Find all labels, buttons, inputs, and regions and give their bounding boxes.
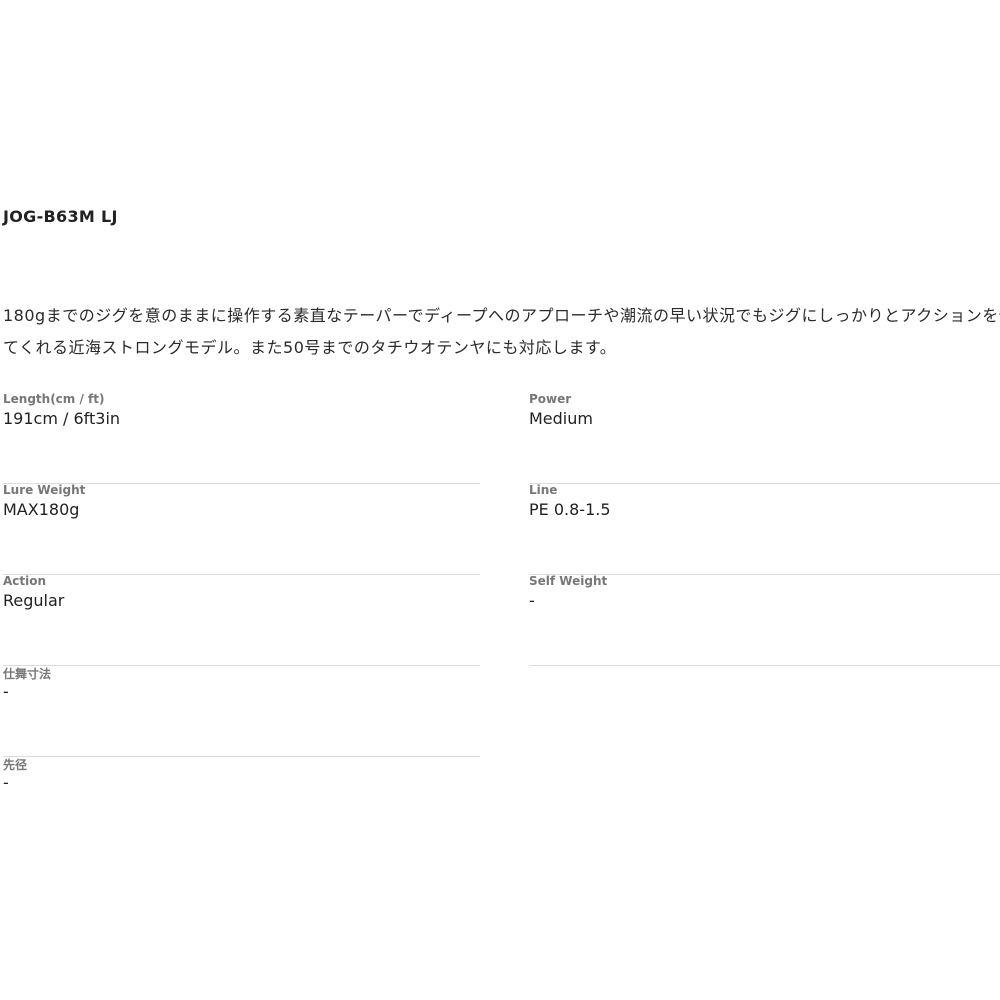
spec-power-label: Power <box>529 392 572 406</box>
spec-self-weight: Self Weight - <box>529 574 1000 666</box>
spec-power-value: Medium <box>529 409 593 428</box>
spec-length-value: 191cm / 6ft3in <box>3 409 121 428</box>
spec-line: Line PE 0.8-1.5 <box>529 483 1000 575</box>
spec-self-weight-value: - <box>529 591 535 610</box>
spec-shimai: 仕舞寸法 - <box>3 665 480 757</box>
spec-power: Power Medium <box>529 392 1000 484</box>
spec-shimai-value: - <box>3 682 9 701</box>
spec-length-label: Length(cm / ft) <box>3 392 105 406</box>
product-title: JOG-B63M LJ <box>3 207 118 226</box>
spec-lure-weight-label: Lure Weight <box>3 483 86 497</box>
spec-length: Length(cm / ft) 191cm / 6ft3in <box>3 392 480 484</box>
spec-lure-weight-value: MAX180g <box>3 500 80 519</box>
spec-sheet: JOG-B63M LJ 180gまでのジグを意のままに操作する素直なテーパーでデ… <box>0 0 1000 1000</box>
spec-line-value: PE 0.8-1.5 <box>529 500 611 519</box>
spec-shimai-label: 仕舞寸法 <box>3 667 52 681</box>
spec-action: Action Regular <box>3 574 480 666</box>
spec-action-value: Regular <box>3 591 65 610</box>
spec-action-label: Action <box>3 574 47 588</box>
spec-tip-diameter-label: 先径 <box>3 758 28 772</box>
spec-tip-diameter: 先径 - <box>3 756 480 847</box>
product-description: 180gまでのジグを意のままに操作する素直なテーパーでディープへのアプローチや潮… <box>3 306 1000 357</box>
spec-lure-weight: Lure Weight MAX180g <box>3 483 480 575</box>
spec-self-weight-label: Self Weight <box>529 574 608 588</box>
spec-tip-diameter-value: - <box>3 773 9 792</box>
spec-line-label: Line <box>529 483 558 497</box>
